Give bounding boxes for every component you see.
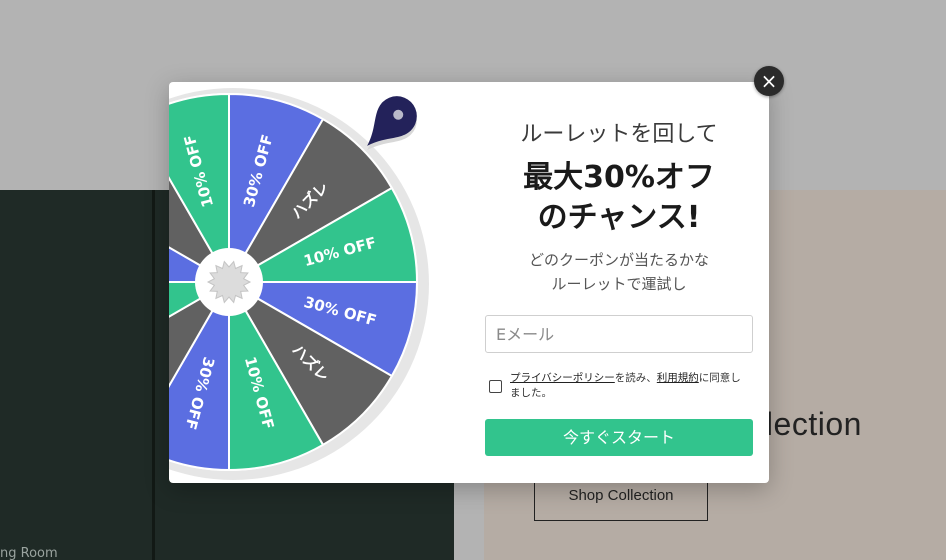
headline-main: 最大30%オフ のチャンス!	[485, 158, 753, 238]
image-divider	[152, 190, 155, 560]
description-line-1: どのクーポンが当たるかな	[528, 251, 709, 269]
spin-wheel-popup: 30% OFF ハズレ 10% OFF 30% OFF ハズレ 10% OFF 30% OF…	[169, 82, 769, 483]
close-icon[interactable]: ×	[754, 66, 784, 96]
email-input[interactable]	[485, 315, 753, 353]
consent-text-mid: を読み、	[614, 372, 657, 384]
consent-row: プライバシーポリシーを読み、利用規約に同意しました。	[489, 371, 751, 401]
wheel-graphic[interactable]: 30% OFF ハズレ10% OFF30% OFFハズレ10% OFF30% OF…	[169, 82, 469, 483]
consent-checkbox[interactable]	[489, 380, 502, 393]
terms-link[interactable]: 利用規約	[657, 372, 699, 384]
description-line-2: ルーレットで運試し	[551, 275, 687, 293]
start-button[interactable]: 今すぐスタート	[485, 419, 753, 456]
headline-main-line-2: のチャンス!	[537, 200, 701, 235]
description: どのクーポンが当たるかな ルーレットで運試し	[485, 248, 753, 296]
prize-wheel[interactable]: 30% OFF ハズレ 10% OFF 30% OFF ハズレ 10% OFF 30% OF…	[169, 82, 469, 483]
room-caption: ng Room	[0, 546, 58, 560]
headline-sub: ルーレットを回して	[520, 122, 718, 147]
popup-content: ルーレットを回して 最大30%オフ のチャンス! どのクーポンが当たるかな ルー…	[485, 82, 753, 483]
consent-text: プライバシーポリシーを読み、利用規約に同意しました。	[510, 371, 751, 401]
headline-main-line-1: 最大30%オフ	[523, 160, 715, 195]
privacy-policy-link[interactable]: プライバシーポリシー	[510, 372, 615, 384]
